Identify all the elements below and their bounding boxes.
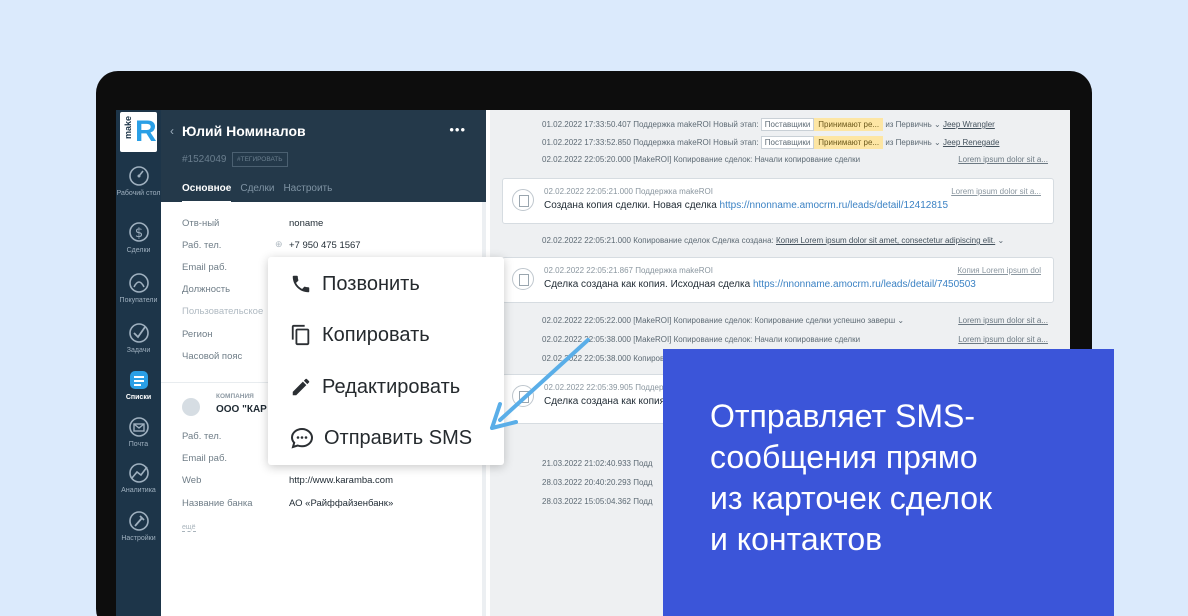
pointer-arrow-icon bbox=[490, 338, 590, 430]
